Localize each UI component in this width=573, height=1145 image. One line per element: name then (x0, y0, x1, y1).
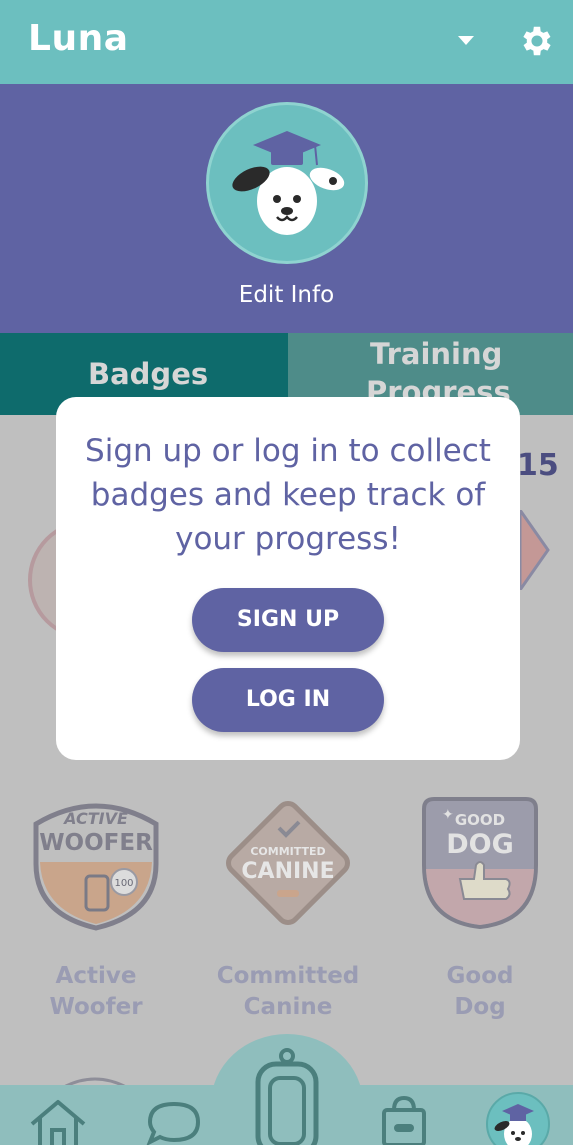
profile-header: Edit Info (0, 84, 573, 333)
emblem-text: DOG (446, 829, 514, 860)
dog-graduate-icon (232, 131, 345, 235)
home-icon[interactable] (28, 1098, 88, 1145)
badge-name-active-woofer: Active Woofer (11, 961, 181, 1023)
badges-count: 15 (517, 448, 559, 483)
modal-message-line3: your progress! (175, 521, 401, 557)
badge-name-line2: Dog (454, 994, 506, 1020)
log-in-button[interactable]: LOG IN (192, 668, 384, 732)
login-prompt-modal: Sign up or log in to collect badges and … (56, 397, 520, 760)
badge-name-line2: Canine (243, 994, 333, 1020)
dog-graduate-icon (494, 1104, 534, 1145)
edit-info-link[interactable]: Edit Info (0, 282, 573, 308)
badge-name-line1: Good (446, 963, 514, 989)
badge-name-line1: Active (55, 963, 137, 989)
badge-name-line1: Committed (216, 963, 360, 989)
emblem-text: GOOD (455, 811, 505, 829)
modal-message-line1: Sign up or log in to collect (85, 433, 491, 469)
emblem-text: 100 (114, 878, 133, 889)
chevron-down-icon[interactable] (458, 36, 474, 45)
app-screen: Luna Edit Info Badges Training Progress … (0, 0, 573, 1145)
pet-name-title: Luna (28, 18, 129, 59)
emblem-text: WOOFER (39, 830, 153, 856)
emblem-text: CANINE (241, 859, 334, 884)
gear-icon[interactable] (518, 22, 556, 60)
modal-message-line2: badges and keep track of (90, 477, 486, 513)
partial-badge-icon (520, 510, 550, 590)
tab-training-label-line1: Training (370, 337, 503, 371)
badge-name-committed-canine: Committed Canine (203, 961, 373, 1023)
emblem-text: COMMITTED (250, 845, 325, 858)
pet-avatar[interactable] (206, 102, 368, 264)
modal-message: Sign up or log in to collect badges and … (70, 429, 506, 561)
sign-up-button[interactable]: SIGN UP (192, 588, 384, 652)
tab-badges-label: Badges (88, 357, 209, 391)
committed-canine-badge-icon: COMMITTED CANINE (226, 801, 350, 925)
active-woofer-badge-icon: ACTIVE WOOFER 100 (33, 803, 159, 931)
shop-bag-icon[interactable] (380, 1094, 428, 1145)
top-bar: Luna (0, 0, 573, 84)
badge-name-line2: Woofer (49, 994, 143, 1020)
dog-tag-icon[interactable] (250, 1046, 324, 1145)
chat-icon[interactable] (146, 1100, 202, 1145)
badge-name-good-dog: Good Dog (395, 961, 565, 1023)
emblem-text: ACTIVE (62, 809, 128, 828)
svg-text:✦: ✦ (442, 807, 454, 823)
good-dog-badge-icon: GOOD DOG ✦ (422, 797, 538, 930)
